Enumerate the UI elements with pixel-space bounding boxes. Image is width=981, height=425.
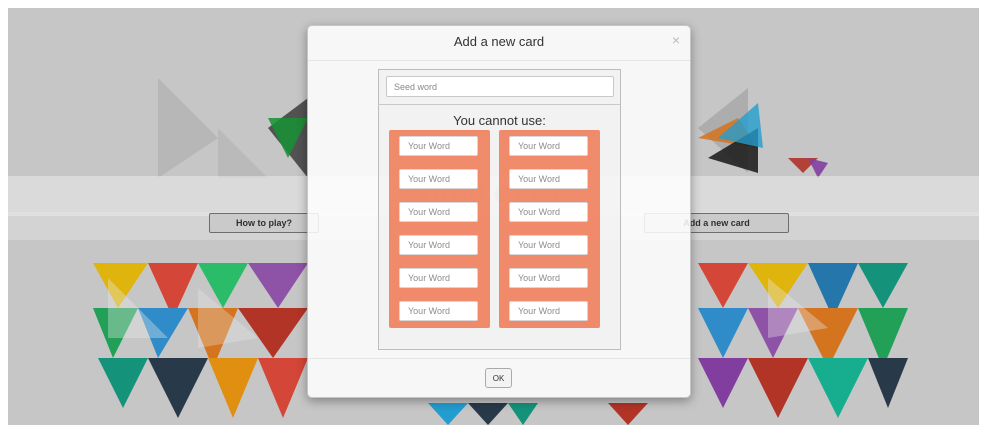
cannot-use-label: You cannot use: [453,113,546,128]
word-input[interactable] [509,136,588,156]
word-column-left [389,130,490,328]
word-input[interactable] [509,301,588,321]
word-input[interactable] [509,169,588,189]
word-input[interactable] [399,202,478,222]
word-input[interactable] [399,268,478,288]
word-input[interactable] [509,268,588,288]
ok-button[interactable]: OK [485,368,512,388]
word-column-right [499,130,600,328]
word-input[interactable] [509,202,588,222]
word-input[interactable] [399,136,478,156]
word-input[interactable] [509,235,588,255]
add-card-modal: Add a new card × You cannot use: OK [307,25,691,398]
modal-header: Add a new card × [308,26,690,61]
modal-title: Add a new card [453,34,545,49]
word-input[interactable] [399,235,478,255]
word-input[interactable] [399,301,478,321]
word-input[interactable] [399,169,478,189]
close-icon[interactable]: × [672,32,680,48]
seed-word-input[interactable] [386,76,614,97]
